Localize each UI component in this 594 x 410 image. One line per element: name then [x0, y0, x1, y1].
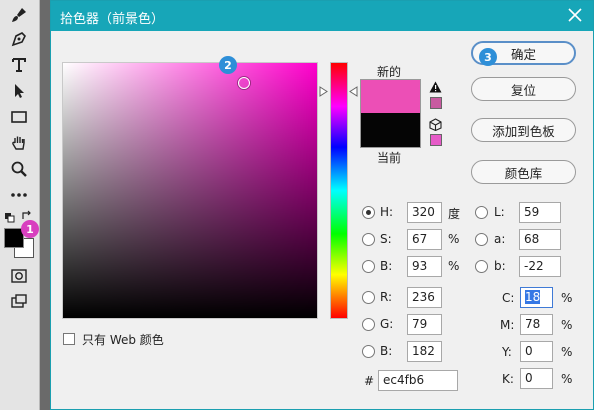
label-y: Y:: [502, 345, 512, 359]
hand-icon[interactable]: [8, 132, 30, 154]
screen-mode-icon[interactable]: [8, 291, 30, 313]
tools-panel: 1: [0, 0, 40, 410]
input-c-value: 18: [525, 290, 541, 304]
dialog-title: 拾色器（前景色）: [60, 12, 165, 27]
label-m: M:: [500, 318, 515, 332]
radio-r[interactable]: [362, 291, 375, 304]
add-to-swatches-label: 添加到色板: [492, 123, 555, 139]
ok-button-label: 确定: [510, 46, 536, 62]
input-b-lab[interactable]: -22: [519, 256, 561, 277]
label-b-rgb: B:: [380, 344, 393, 358]
unit-y: %: [561, 345, 573, 359]
hue-slider-left-handle[interactable]: [319, 86, 328, 97]
brush-icon[interactable]: [8, 4, 30, 26]
add-to-swatches-button[interactable]: 添加到色板: [471, 118, 576, 142]
annotation-badge-2: 2: [219, 56, 237, 74]
radio-h[interactable]: [362, 206, 375, 219]
input-hex[interactable]: ec4fb6: [378, 370, 458, 391]
annotation-badge-1: 1: [21, 220, 39, 238]
input-s[interactable]: 67: [407, 229, 442, 250]
label-r: R:: [380, 290, 393, 304]
label-hex: #: [364, 374, 375, 388]
input-k[interactable]: 0: [520, 368, 553, 389]
input-c[interactable]: 18: [520, 287, 553, 308]
label-l: L:: [494, 205, 505, 219]
input-a[interactable]: 68: [519, 229, 561, 250]
label-k: K:: [502, 372, 514, 386]
web-safe-swatch[interactable]: [430, 134, 442, 146]
input-h[interactable]: 320: [407, 202, 442, 223]
web-colors-only-label: 只有 Web 颜色: [82, 333, 164, 347]
input-b-hsb[interactable]: 93: [407, 256, 442, 277]
default-colors-icon[interactable]: [5, 212, 15, 226]
annotation-badge-3: 3: [479, 48, 497, 66]
type-icon[interactable]: [8, 54, 30, 76]
label-b-lab: b:: [494, 259, 506, 273]
color-libraries-label: 颜色库: [504, 165, 543, 181]
input-g[interactable]: 79: [407, 314, 442, 335]
quick-mask-icon[interactable]: [8, 265, 30, 287]
gamut-correction-swatch[interactable]: [430, 97, 442, 109]
radio-b-rgb[interactable]: [362, 345, 375, 358]
title-bar[interactable]: 拾色器（前景色）: [51, 1, 593, 31]
web-colors-only-checkbox[interactable]: [63, 333, 75, 345]
input-m[interactable]: 78: [520, 314, 553, 335]
unit-c: %: [561, 291, 573, 305]
label-a: a:: [494, 232, 506, 246]
rectangle-icon[interactable]: [8, 106, 30, 128]
radio-l[interactable]: [475, 206, 488, 219]
current-color-label: 当前: [377, 151, 402, 165]
radio-b-lab[interactable]: [475, 260, 488, 273]
label-c: C:: [502, 291, 515, 305]
close-icon[interactable]: [567, 7, 583, 23]
label-s: S:: [380, 232, 392, 246]
unit-s: %: [448, 232, 460, 246]
hue-slider-right-handle[interactable]: [349, 86, 358, 97]
pen-icon[interactable]: [8, 28, 30, 50]
radio-a[interactable]: [475, 233, 488, 246]
input-y[interactable]: 0: [520, 341, 553, 362]
label-b-hsb: B:: [380, 259, 393, 273]
out-of-gamut-warning-icon[interactable]: [429, 81, 442, 96]
color-field[interactable]: [62, 62, 318, 319]
label-g: G:: [380, 317, 394, 331]
new-color-swatch: [360, 79, 421, 113]
radio-g[interactable]: [362, 318, 375, 331]
reset-button[interactable]: 复位: [471, 77, 576, 101]
radio-b-hsb[interactable]: [362, 260, 375, 273]
radio-s[interactable]: [362, 233, 375, 246]
input-b-rgb[interactable]: 182: [407, 341, 442, 362]
color-field-cursor[interactable]: [238, 77, 250, 89]
input-l[interactable]: 59: [519, 202, 561, 223]
reset-button-label: 复位: [510, 82, 536, 98]
input-r[interactable]: 236: [407, 287, 442, 308]
new-color-label: 新的: [377, 65, 402, 79]
hue-slider[interactable]: [330, 62, 348, 319]
unit-m: %: [561, 318, 573, 332]
unit-h: 度: [448, 207, 461, 221]
path-select-icon[interactable]: [8, 80, 30, 102]
unit-b-hsb: %: [448, 259, 460, 273]
label-h: H:: [380, 205, 394, 219]
zoom-icon[interactable]: [8, 158, 30, 180]
current-color-swatch[interactable]: [360, 113, 421, 148]
unit-k: %: [561, 372, 573, 386]
canvas-edge: [40, 0, 50, 410]
web-safe-cube-icon[interactable]: [429, 118, 442, 134]
color-picker-dialog: 拾色器（前景色） 2 新的 当前 确定 3 复位 添加到色板 颜色库 H: 32…: [50, 0, 594, 410]
color-libraries-button[interactable]: 颜色库: [471, 160, 576, 184]
more-icon[interactable]: [8, 184, 30, 206]
